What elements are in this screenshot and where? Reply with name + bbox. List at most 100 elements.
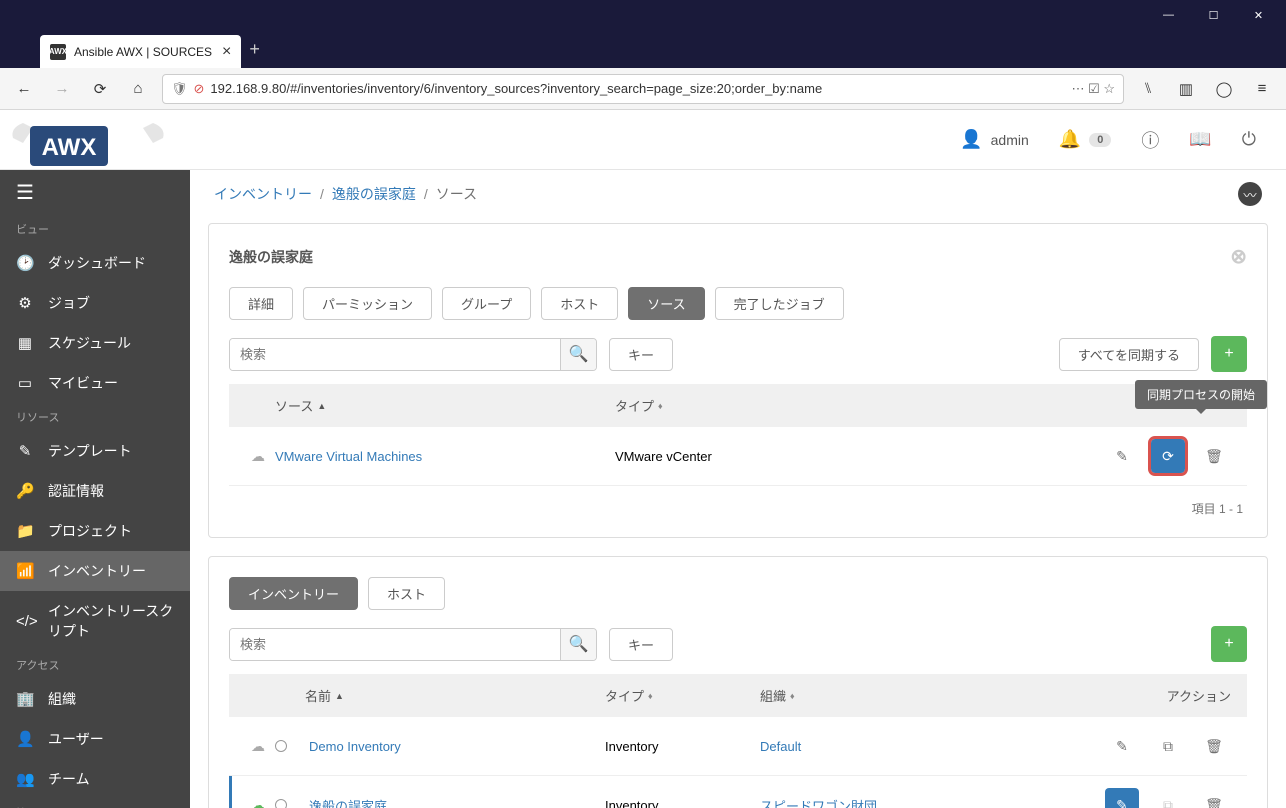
tab-inventories[interactable]: インベントリー [229, 577, 358, 610]
logout-button[interactable]: ⏻ [1242, 129, 1256, 150]
delete-button[interactable]: 🗑 [1197, 729, 1231, 763]
search-input[interactable] [230, 339, 560, 370]
search-button[interactable]: 🔍 [560, 339, 596, 370]
header-name[interactable]: 名前 [305, 686, 331, 705]
header-type-2[interactable]: タイプ [605, 686, 644, 705]
edit-button[interactable]: ✎ [1105, 439, 1139, 473]
library-icon[interactable]: ⑊ [1134, 75, 1162, 103]
tab-hosts[interactable]: ホスト [541, 287, 618, 320]
docs-button[interactable]: 📖 [1189, 129, 1211, 150]
back-button[interactable]: ← [10, 75, 38, 103]
jobs-icon: ⚙ [16, 294, 34, 312]
search-icon: 🔍 [569, 344, 589, 364]
key-button[interactable]: キー [609, 338, 673, 371]
search-input-2[interactable] [230, 629, 560, 660]
maximize-button[interactable]: ☐ [1191, 0, 1236, 30]
home-button[interactable]: ⌂ [124, 75, 152, 103]
pagination-label: 項目 1 - 1 [229, 486, 1247, 517]
table-header: ソース▲ タイプ♦ [229, 384, 1247, 427]
sidebar-item-inventories[interactable]: 📶インベントリー [0, 551, 190, 591]
url-bar[interactable]: 🛡 ⊘ 192.168.9.80/#/inventories/inventory… [162, 74, 1124, 104]
sidebar-item-dashboard[interactable]: 🕑ダッシュボード [0, 243, 190, 283]
account-icon[interactable]: ◯ [1210, 75, 1238, 103]
new-tab-button[interactable]: + [249, 39, 260, 60]
source-name-link[interactable]: VMware Virtual Machines [275, 449, 422, 464]
sidebar-item-projects[interactable]: 📁プロジェクト [0, 511, 190, 551]
plus-icon: + [1224, 635, 1233, 653]
radio-select[interactable] [275, 799, 287, 808]
header-type[interactable]: タイプ [615, 396, 654, 415]
org-link[interactable]: スピードワゴン財団 [760, 796, 877, 808]
reload-button[interactable]: ⟳ [86, 75, 114, 103]
notif-badge: 0 [1089, 133, 1111, 147]
radio-select[interactable] [275, 740, 287, 752]
activity-icon[interactable]: 〰 [1238, 182, 1262, 206]
hamburger-button[interactable]: ☰ [0, 170, 190, 215]
tab-close-icon[interactable]: × [222, 43, 231, 61]
sync-button[interactable]: ⟳ [1151, 439, 1185, 473]
sidebar-item-myview[interactable]: ▭マイビュー [0, 363, 190, 403]
sidebar-item-schedules[interactable]: ▦スケジュール [0, 323, 190, 363]
tab-details[interactable]: 詳細 [229, 287, 293, 320]
sidebar-icon[interactable]: ▥ [1172, 75, 1200, 103]
power-icon: ⏻ [1242, 129, 1256, 150]
edit-button[interactable]: ✎ [1105, 788, 1139, 808]
breadcrumb-inventory-name[interactable]: 逸般の誤家庭 [332, 184, 416, 204]
tab-sources[interactable]: ソース [628, 287, 704, 320]
forward-button[interactable]: → [48, 75, 76, 103]
tab-hosts-2[interactable]: ホスト [368, 577, 445, 610]
tab-groups[interactable]: グループ [442, 287, 531, 320]
breadcrumb-current: ソース [436, 184, 477, 204]
sidebar-group-access: アクセス [0, 651, 190, 679]
delete-button[interactable]: 🗑 [1197, 788, 1231, 808]
sidebar-item-jobs[interactable]: ⚙ジョブ [0, 283, 190, 323]
tab-finished-jobs[interactable]: 完了したジョブ [715, 287, 844, 320]
minimize-button[interactable]: ― [1146, 0, 1191, 30]
sync-all-button[interactable]: すべてを同期する [1059, 338, 1199, 371]
shield-icon: 🛡 [171, 81, 188, 97]
copy-button[interactable]: ⧉ [1151, 788, 1185, 808]
sync-icon: ⟳ [1162, 448, 1174, 465]
sidebar-item-users[interactable]: 👤ユーザー [0, 719, 190, 759]
calendar-icon: ▦ [16, 334, 34, 352]
inventory-name-link[interactable]: 逸般の誤家庭 [309, 796, 387, 808]
close-window-button[interactable]: ✕ [1236, 0, 1281, 30]
notifications-button[interactable]: 🔔 0 [1059, 129, 1112, 150]
copy-icon: ⧉ [1163, 797, 1173, 808]
browser-tab[interactable]: AWX Ansible AWX | SOURCES × [40, 35, 241, 68]
info-button[interactable]: ⓘ [1141, 127, 1159, 153]
user-menu[interactable]: 👤 admin [960, 129, 1029, 150]
inventory-type: Inventory [605, 739, 658, 754]
inventory-name-link[interactable]: Demo Inventory [309, 739, 401, 754]
awx-topbar: 👤 admin 🔔 0 ⓘ 📖 ⏻ [0, 110, 1286, 170]
org-link[interactable]: Default [760, 739, 801, 754]
main-content: インベントリー / 逸般の誤家庭 / ソース 〰 逸般の誤家庭 ⊗ 詳細 パーミ… [190, 170, 1286, 808]
cloud-icon: ☁ [251, 448, 265, 465]
breadcrumb-inventories[interactable]: インベントリー [214, 184, 312, 204]
sidebar-item-credentials[interactable]: 🔑認証情報 [0, 471, 190, 511]
copy-button[interactable]: ⧉ [1151, 729, 1185, 763]
dashboard-icon: 🕑 [16, 254, 34, 272]
browser-tabbar: AWX Ansible AWX | SOURCES × + [0, 30, 1286, 68]
key-button-2[interactable]: キー [609, 628, 673, 661]
header-org[interactable]: 組織 [760, 686, 786, 705]
search-box-2: 🔍 [229, 628, 597, 661]
delete-button[interactable]: 🗑 [1197, 439, 1231, 473]
add-button-2[interactable]: + [1211, 626, 1247, 662]
folder-icon: 📁 [16, 522, 34, 540]
panel-close-icon[interactable]: ⊗ [1230, 244, 1247, 269]
sidebar-item-templates[interactable]: ✎テンプレート [0, 431, 190, 471]
sidebar-item-orgs[interactable]: 🏢組織 [0, 679, 190, 719]
add-button[interactable]: + [1211, 336, 1247, 372]
search-button-2[interactable]: 🔍 [560, 629, 596, 660]
menu-icon[interactable]: ≡ [1248, 75, 1276, 103]
sidebar-item-teams[interactable]: 👥チーム [0, 759, 190, 799]
tab-permissions[interactable]: パーミッション [303, 287, 432, 320]
window-titlebar: ― ☐ ✕ [0, 0, 1286, 30]
sort-asc-icon: ▲ [335, 691, 344, 701]
cloud-icon: ☁ [251, 738, 265, 755]
inventories-panel: インベントリー ホスト 🔍 キー + 名前▲ タイプ♦ 組織♦ アクション [208, 556, 1268, 808]
header-source[interactable]: ソース [275, 396, 313, 415]
edit-button[interactable]: ✎ [1105, 729, 1139, 763]
sidebar-item-inv-scripts[interactable]: </>インベントリースクリプト [0, 591, 190, 651]
